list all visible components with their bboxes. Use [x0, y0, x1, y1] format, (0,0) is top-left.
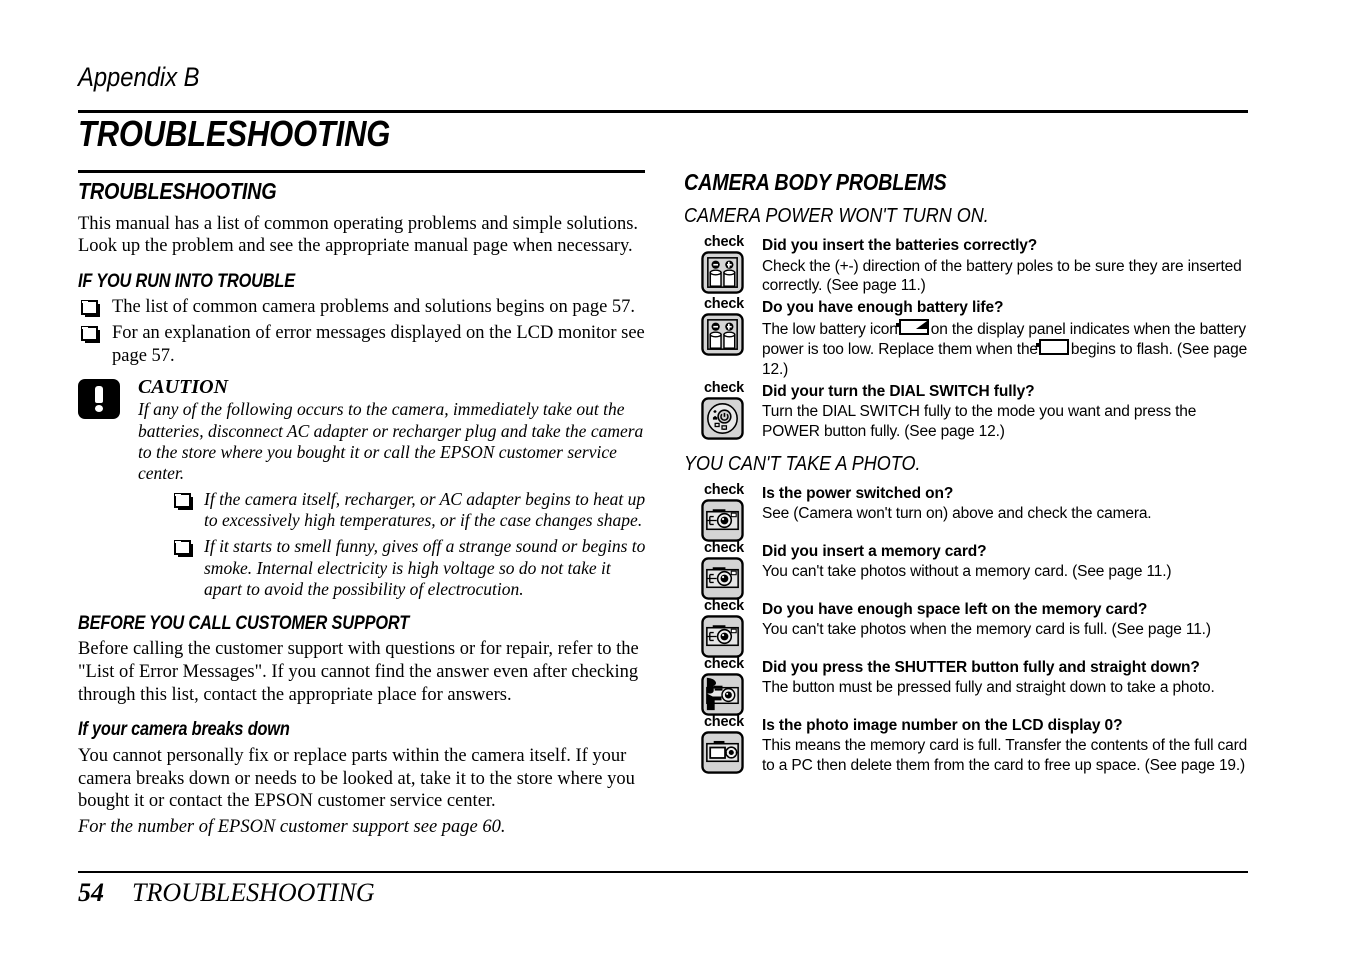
epson-support-note: For the number of EPSON customer support… — [78, 816, 506, 837]
intro-paragraph: This manual has a list of common operati… — [78, 213, 639, 257]
check-answer: You can't take photos when the memory ca… — [762, 621, 1211, 639]
bullet-box-icon — [174, 540, 191, 556]
check-label: check — [703, 656, 745, 673]
list-item-text: The list of common camera problems and s… — [112, 296, 636, 317]
camera-front-icon — [701, 557, 744, 600]
list-item: If the camera itself, recharger, or AC a… — [138, 489, 648, 532]
problem-title-you-cant-take-a-photo: YOU CAN'T TAKE A PHOTO. — [684, 453, 921, 476]
batteries-icon — [701, 251, 744, 294]
batteries-icon — [701, 313, 744, 356]
check-label: check — [703, 296, 745, 313]
check-answer: Turn the DIAL SWITCH fully to the mode y… — [762, 403, 1197, 441]
before-you-call-paragraph: Before calling the customer support with… — [78, 639, 639, 705]
list-item-text: If it starts to smell funny, gives off a… — [204, 536, 646, 600]
bullet-box-icon — [81, 299, 98, 315]
check-label: check — [703, 540, 745, 557]
check-question: Do you have enough space left on the mem… — [762, 601, 1148, 619]
caution-body: If any of the following occurs to the ca… — [138, 399, 644, 484]
check-answer: Check the (+-) direction of the battery … — [762, 257, 1242, 295]
section-title-troubleshooting: TROUBLESHOOTING — [78, 177, 277, 204]
footer-page-number: 54 — [78, 878, 104, 907]
list-item: The list of common camera problems and s… — [78, 296, 648, 319]
check-question: Did you insert a memory card? — [762, 543, 987, 561]
check-label: check — [703, 714, 745, 731]
list-item: If it starts to smell funny, gives off a… — [138, 536, 648, 600]
list-item-text: If the camera itself, recharger, or AC a… — [204, 488, 646, 531]
check-answer: You can't take photos without a memory c… — [762, 563, 1172, 581]
low-battery-icon — [895, 318, 929, 335]
appendix-label: Appendix B — [78, 62, 200, 92]
check-item: check Is the power switched on? See (Cam… — [684, 482, 1250, 542]
run-into-trouble-list: The list of common camera problems and s… — [78, 296, 648, 368]
check-answer: The button must be pressed fully and str… — [762, 679, 1215, 697]
check-label: check — [703, 234, 745, 251]
check-answer: The low battery icon on the display panel… — [762, 318, 1250, 380]
check-question: Is the photo image number on the LCD dis… — [762, 717, 1123, 735]
caution-block: CAUTION If any of the following occurs t… — [78, 377, 648, 600]
check-label: check — [703, 482, 745, 499]
camera-lcd-icon — [701, 731, 744, 774]
subsection-title-if-you-run-into-trouble: IF YOU RUN INTO TROUBLE — [78, 270, 295, 292]
section-title-camera-body-problems: CAMERA BODY PROBLEMS — [684, 169, 947, 195]
shutter-press-icon — [701, 673, 744, 716]
check-label: check — [703, 380, 745, 397]
section-rule — [78, 170, 645, 173]
list-item: For an explanation of error messages dis… — [78, 322, 648, 367]
page-footer: 54 TROUBLESHOOTING — [78, 878, 375, 908]
check-question: Did your turn the DIAL SWITCH fully? — [762, 383, 1035, 401]
list-item-text: For an explanation of error messages dis… — [112, 323, 645, 366]
check-question: Did you press the SHUTTER button fully a… — [762, 659, 1200, 677]
camera-front-icon — [701, 615, 744, 658]
check-answer: This means the memory card is full. Tran… — [762, 737, 1248, 775]
check-label: check — [703, 598, 745, 615]
right-column: CAMERA BODY PROBLEMS CAMERA POWER WON'T … — [684, 170, 1250, 778]
breaks-down-paragraph: You cannot personally fix or replace par… — [78, 746, 635, 812]
check-question: Do you have enough battery life? — [762, 299, 1004, 317]
caution-title: CAUTION — [138, 376, 229, 399]
caution-exclamation-icon — [78, 379, 120, 420]
left-column: TROUBLESHOOTING This manual has a list o… — [78, 170, 648, 846]
footer-rule — [78, 871, 1248, 873]
empty-battery-icon — [1035, 339, 1069, 356]
subsection-title-before-you-call-customer-support: BEFORE YOU CALL CUSTOMER SUPPORT — [78, 613, 410, 635]
problem-title-camera-power-wont-turn-on: CAMERA POWER WON'T TURN ON. — [684, 205, 989, 228]
check-item: check Did your turn the DIAL SWITCH full… — [684, 380, 1250, 442]
check-item: check Did you press the SHUTTER button f… — [684, 656, 1250, 716]
check-answer: See (Camera won't turn on) above and che… — [762, 505, 1152, 523]
check-item: check Do you have enough battery life? T… — [684, 296, 1250, 380]
check-answer-part1: The low battery icon — [762, 320, 898, 338]
dial-switch-icon — [701, 397, 744, 440]
check-item: check Is the photo image number on the L… — [684, 714, 1250, 776]
footer-title: TROUBLESHOOTING — [132, 878, 375, 907]
subsection-title-if-your-camera-breaks-down: If your camera breaks down — [78, 719, 290, 741]
check-item: check Do you have enough space left on t… — [684, 598, 1250, 658]
bullet-box-icon — [81, 326, 98, 342]
check-item: check Did you insert a memory card? You … — [684, 540, 1250, 600]
document-page: Appendix B TROUBLESHOOTING TROUBLESHOOTI… — [0, 0, 1351, 954]
check-question: Is the power switched on? — [762, 485, 954, 503]
check-question: Did you insert the batteries correctly? — [762, 237, 1038, 255]
caution-list: If the camera itself, recharger, or AC a… — [138, 489, 648, 601]
check-item: check Did you insert the batteries corre… — [684, 234, 1250, 296]
bullet-box-icon — [174, 492, 191, 508]
camera-front-icon — [701, 499, 744, 542]
chapter-title: TROUBLESHOOTING — [78, 113, 391, 154]
